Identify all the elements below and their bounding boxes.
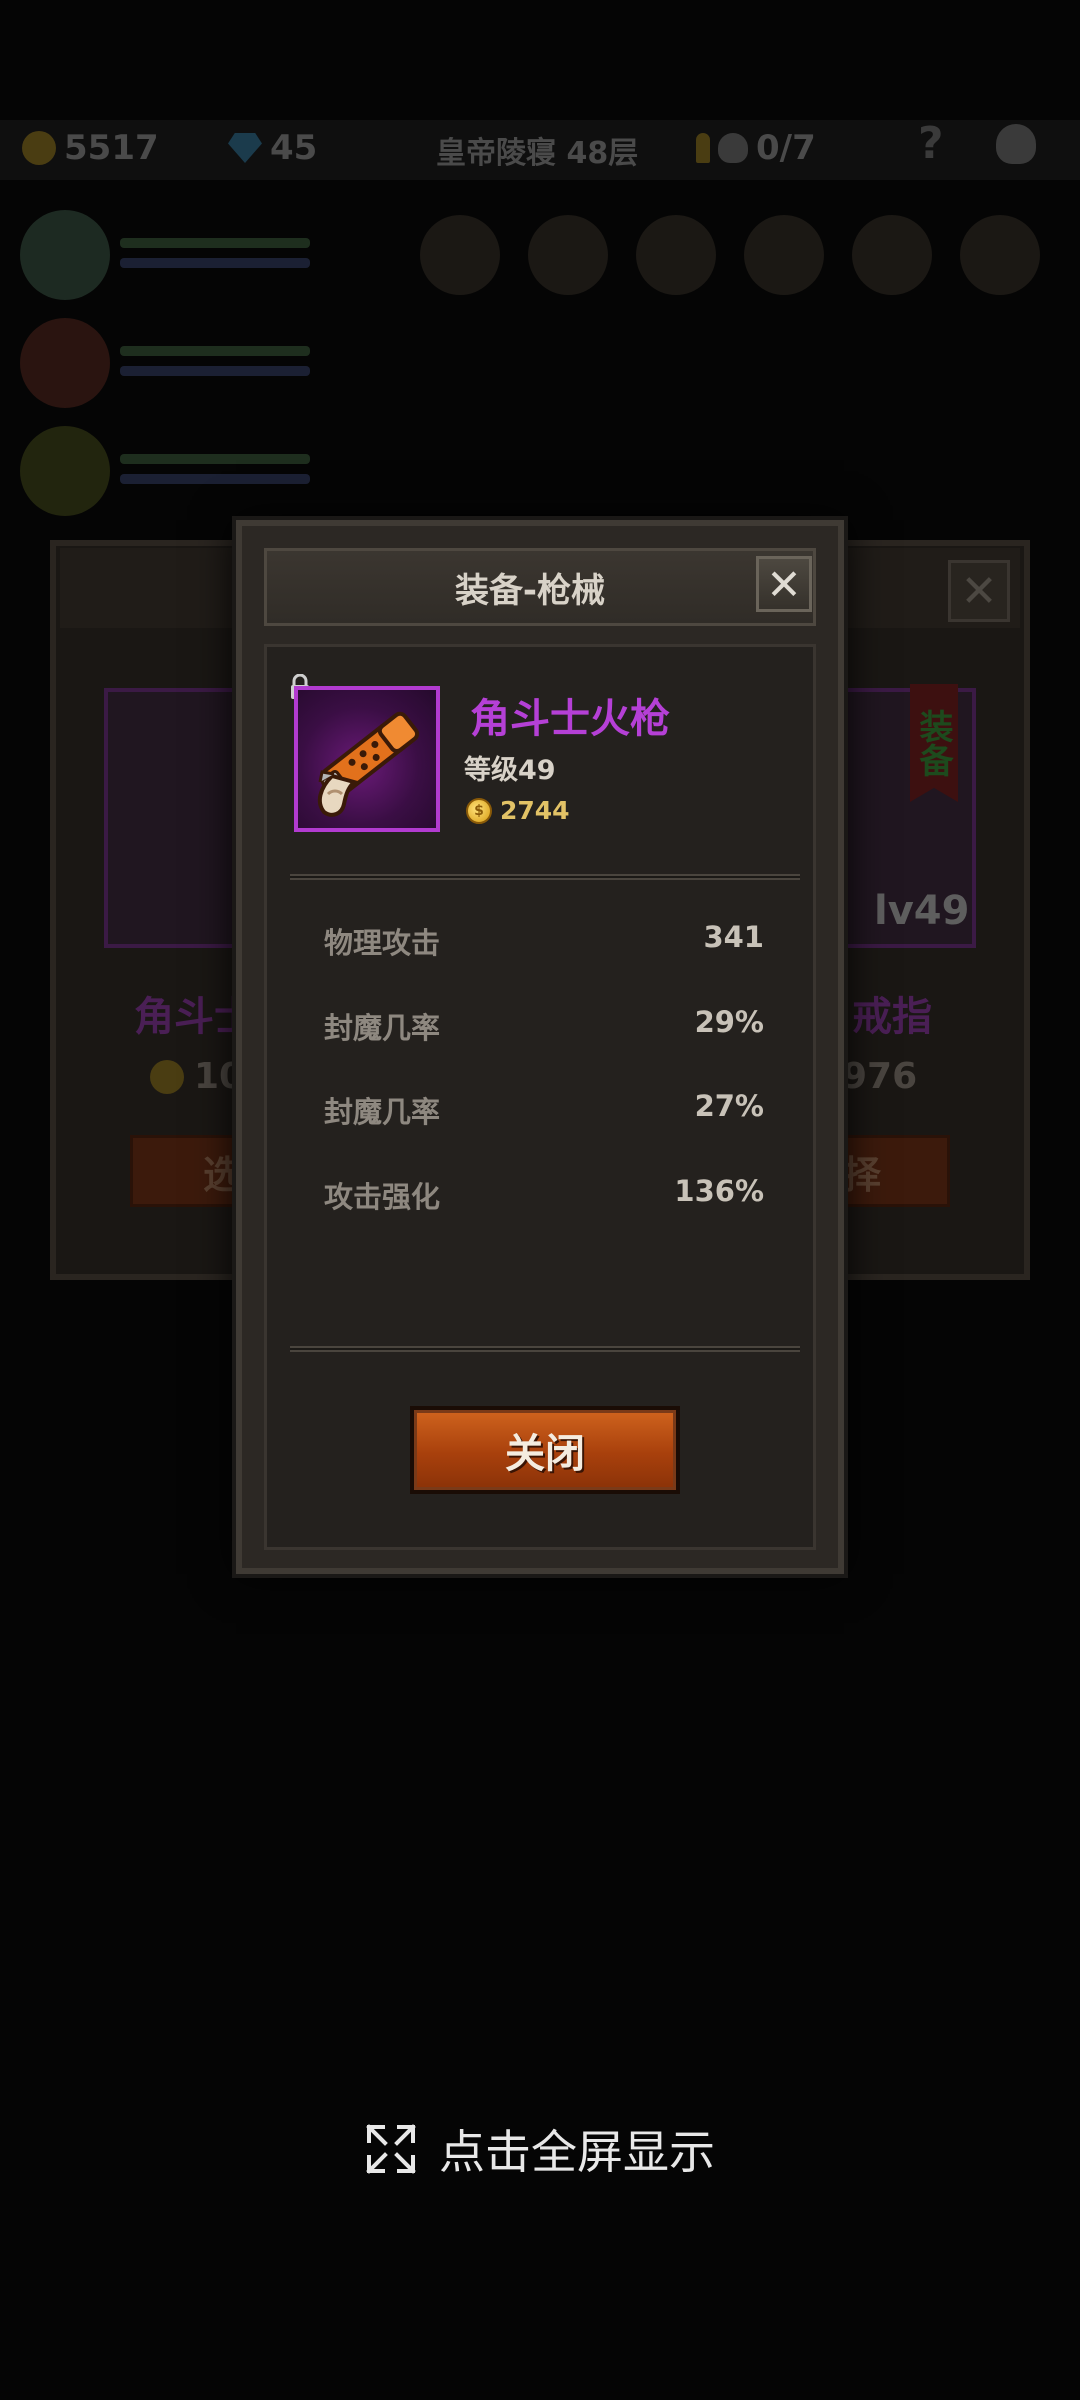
equipped-badge: 装备 <box>910 684 958 802</box>
stat-label: 封魔几率 <box>324 1011 441 1045</box>
stat-value: 341 <box>703 920 764 954</box>
expand-icon <box>366 2124 416 2174</box>
close-button[interactable]: 关闭 <box>410 1406 680 1494</box>
stat-row: 封魔几率 27% <box>324 1089 764 1131</box>
stat-row: 封魔几率 29% <box>324 1005 764 1047</box>
key-icon <box>696 133 710 163</box>
hero-hp-bar <box>120 238 310 248</box>
equipment-slot[interactable] <box>852 215 932 295</box>
kill-counter: 0/7 <box>696 128 816 168</box>
item-price: $ 2744 <box>466 796 570 825</box>
right-item-price: 976 <box>842 1056 918 1097</box>
menu-icon <box>996 124 1036 164</box>
coin-icon <box>150 1059 184 1094</box>
compare-close-icon[interactable]: ✕ <box>948 560 1010 622</box>
hero-mp-bar <box>120 258 310 268</box>
equipment-slot[interactable] <box>528 215 608 295</box>
item-level: 等级49 <box>464 755 556 786</box>
gold-coin-icon <box>22 131 56 165</box>
divider-bottom <box>290 1346 800 1352</box>
fullscreen-label: 点击全屏显示 <box>439 2125 715 2179</box>
help-button[interactable]: ? <box>918 118 944 169</box>
stat-value: 136% <box>674 1174 764 1208</box>
gold-counter: 5517 <box>22 128 159 168</box>
coin-icon: $ <box>466 797 492 824</box>
dialog-header: 装备-枪械 <box>264 548 816 626</box>
stat-row: 攻击强化 136% <box>324 1174 764 1216</box>
hero-avatar[interactable] <box>20 318 110 408</box>
stat-label: 攻击强化 <box>324 1180 441 1214</box>
right-item-name: 戒指 <box>852 994 932 1040</box>
gem-counter: 45 <box>228 128 317 168</box>
stat-label: 封魔几率 <box>324 1095 441 1129</box>
equipment-slot[interactable] <box>744 215 824 295</box>
hero-mp-bar <box>120 474 310 484</box>
fullscreen-hint[interactable]: 点击全屏显示 <box>0 2116 1080 2182</box>
skull-icon <box>718 133 748 163</box>
hero-avatar[interactable] <box>20 210 110 300</box>
left-item-price: 10 <box>150 1056 244 1097</box>
stat-row: 物理攻击 341 <box>324 920 764 962</box>
item-icon-frame <box>294 686 440 832</box>
hero-hp-bar <box>120 346 310 356</box>
divider-top <box>290 874 800 880</box>
stat-label: 物理攻击 <box>324 926 441 960</box>
item-detail-dialog: 装备-枪械 ✕ 角斗士火枪 等级49 $ 2744 物理攻击 341 封魔几率 … <box>236 520 844 1574</box>
dialog-title: 装备-枪械 <box>454 570 606 611</box>
equipment-slot[interactable] <box>420 215 500 295</box>
menu-button[interactable] <box>996 124 1036 164</box>
gem-icon <box>228 133 262 163</box>
flintlock-gun-icon <box>317 711 420 817</box>
hero-hp-bar <box>120 454 310 464</box>
stat-value: 29% <box>694 1005 764 1039</box>
location-label: 皇帝陵寝 48层 <box>436 136 639 171</box>
equipment-slot[interactable] <box>636 215 716 295</box>
stat-value: 27% <box>694 1089 764 1123</box>
hero-mp-bar <box>120 366 310 376</box>
equipment-slot[interactable] <box>960 215 1040 295</box>
close-icon[interactable]: ✕ <box>756 556 812 612</box>
item-name: 角斗士火枪 <box>470 696 670 742</box>
hero-avatar[interactable] <box>20 426 110 516</box>
right-item-level: lv49 <box>874 888 970 934</box>
